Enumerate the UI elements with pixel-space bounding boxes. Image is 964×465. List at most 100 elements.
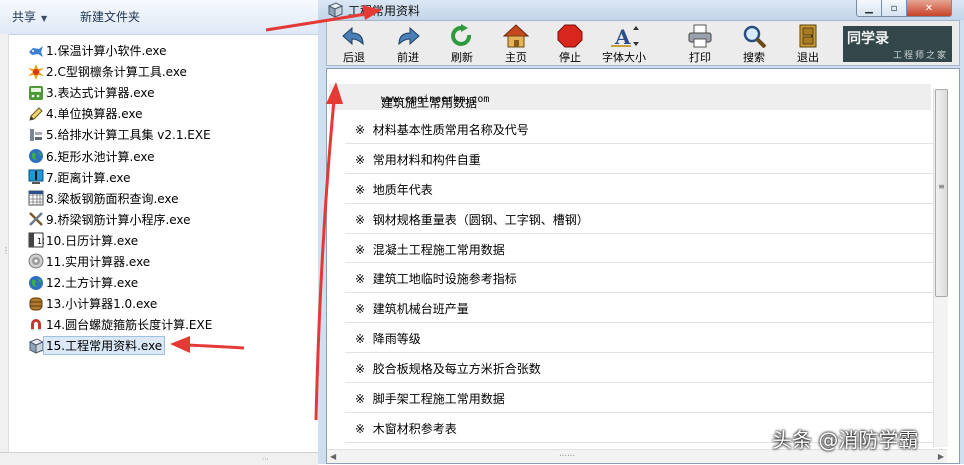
file-item-10[interactable]: 10 10.日历计算.exe	[28, 230, 318, 251]
exit-button[interactable]: 退出	[783, 23, 833, 65]
printer-icon	[688, 24, 712, 48]
topic-link[interactable]: ※ 脚手架工程施工常用数据	[345, 383, 935, 413]
file-explorer-pane: 共享 ▼ 新建文件夹 ⋮ 1.保温计算小软件.exe 2.C型钢檩条计算工具.ex…	[0, 0, 318, 465]
stop-button[interactable]: 停止	[545, 23, 595, 65]
calendar-icon: 10	[28, 232, 44, 248]
share-button[interactable]: 共享 ▼	[12, 8, 47, 25]
topic-title: 降雨等级	[372, 332, 421, 347]
topic-link[interactable]: ※ 材料基本性质常用名称及代号	[345, 114, 935, 144]
bullet-mark: ※	[355, 152, 366, 167]
search-icon	[743, 25, 767, 48]
brand-subtitle: 工程师之家	[892, 51, 948, 61]
file-name: 8.梁板钢筋面积查询.exe	[46, 191, 179, 206]
topic-title: 胶合板规格及每立方米折合张数	[372, 362, 541, 377]
forward-button[interactable]: 前进	[383, 23, 433, 65]
topic-link[interactable]: ※ 建筑工地临时设施参考指标	[345, 263, 935, 294]
new-folder-button[interactable]: 新建文件夹	[80, 8, 140, 25]
topic-link-text: ※ 建筑工地临时设施参考指标	[355, 270, 517, 287]
topic-title: 钢材规格重量表（圆钢、工字钢、槽钢）	[372, 212, 589, 227]
topic-link-text: ※ 建筑机械台班产量	[355, 300, 469, 317]
maximize-button[interactable]: ▫	[882, 0, 907, 17]
file-item-2[interactable]: 2.C型钢檩条计算工具.exe	[28, 61, 318, 82]
stop-label: 停止	[559, 51, 581, 64]
pipe-tools-icon	[28, 127, 44, 143]
home-button[interactable]: 主页	[491, 23, 541, 65]
close-button[interactable]: ✕	[907, 0, 952, 17]
font-size-button[interactable]: A 字体大小	[599, 23, 649, 65]
file-item-3[interactable]: 3.表达式计算器.exe	[28, 82, 318, 103]
topic-link-text: ※ 胶合板规格及每立方米折合张数	[355, 360, 541, 377]
file-item-7[interactable]: 7.距离计算.exe	[28, 167, 318, 188]
file-item-15[interactable]: 15.工程常用资料.exe	[28, 335, 318, 356]
file-item-12[interactable]: 12.土方计算.exe	[28, 272, 318, 293]
print-button[interactable]: 打印	[675, 23, 725, 65]
refresh-button[interactable]: 刷新	[437, 23, 487, 65]
app-window: 工程常用资料 ▁ ▫ ✕ 后退 前进 刷新 主页 停止 A 字体大小 打印 搜索…	[318, 0, 964, 464]
font-size-label: 字体大小	[602, 51, 646, 64]
topic-title: 常用材料和构件自重	[372, 152, 481, 167]
home-icon	[503, 24, 529, 48]
scroll-right-icon[interactable]: ▶	[938, 452, 944, 461]
grip-icon: ⋮	[2, 246, 10, 255]
topic-title: 脚手架工程施工常用数据	[372, 392, 505, 407]
monitor-app-icon	[28, 169, 44, 185]
file-item-1[interactable]: 1.保温计算小软件.exe	[28, 40, 318, 61]
back-label: 后退	[343, 51, 365, 64]
file-item-5[interactable]: 5.给排水计算工具集 v2.1.EXE	[28, 124, 318, 145]
file-name: 12.土方计算.exe	[46, 276, 139, 291]
bullet-mark: ※	[355, 182, 366, 197]
scrollbar-thumb[interactable]: ≡	[935, 89, 948, 297]
pencil-app-icon	[28, 106, 44, 122]
watermark: 头条 @消防学霸	[772, 428, 919, 452]
forward-label: 前进	[397, 51, 419, 64]
topic-link-text: ※ 地质年代表	[355, 181, 433, 198]
close-icon: ✕	[924, 2, 934, 14]
share-label: 共享	[12, 10, 37, 24]
forward-arrow-icon	[398, 26, 420, 46]
file-item-9[interactable]: 9.桥梁钢筋计算小程序.exe	[28, 209, 318, 230]
refresh-icon	[451, 24, 472, 46]
refresh-label: 刷新	[451, 51, 473, 64]
topic-link[interactable]: ※ 混凝土工程施工常用数据	[345, 234, 935, 264]
file-item-11[interactable]: 11.实用计算器.exe	[28, 251, 318, 272]
brand-banner[interactable]: 同学录 工程师之家	[843, 26, 952, 62]
content-header: 建筑施工常用数据 www.engineerhm.com	[329, 84, 931, 110]
bullet-mark: ※	[355, 332, 366, 347]
vertical-scrollbar[interactable]: ≡	[933, 89, 948, 447]
scroll-left-icon[interactable]: ◀	[330, 452, 336, 461]
bullet-mark: ※	[355, 362, 366, 377]
globe-app-icon	[28, 275, 44, 291]
fish-app-icon	[28, 43, 44, 59]
browser-toolbar: 后退 前进 刷新 主页 停止 A 字体大小 打印 搜索 退出 同学录 工程师之家	[326, 20, 960, 66]
back-button[interactable]: 后退	[329, 23, 379, 65]
title-bar[interactable]: 工程常用资料 ▁ ▫ ✕	[318, 0, 964, 20]
file-item-4[interactable]: 4.单位换算器.exe	[28, 103, 318, 124]
grid-app-icon	[28, 190, 44, 206]
explorer-horizontal-scrollbar[interactable]: ⋯	[0, 452, 318, 465]
file-item-13[interactable]: 13.小计算器1.0.exe	[28, 293, 318, 314]
topic-title: 建筑机械台班产量	[372, 302, 469, 317]
topic-link[interactable]: ※ 钢材规格重量表（圆钢、工字钢、槽钢）	[345, 204, 935, 234]
file-name: 1.保温计算小软件.exe	[46, 44, 167, 59]
brand-title: 同学录	[847, 31, 889, 47]
topic-link[interactable]: ※ 建筑机械台班产量	[345, 293, 935, 324]
file-item-6[interactable]: 6.矩形水池计算.exe	[28, 145, 318, 166]
file-item-8[interactable]: 8.梁板钢筋面积查询.exe	[28, 188, 318, 209]
grip-icon: ⋯⋯	[559, 451, 575, 460]
topic-title: 木窗材积参考表	[372, 421, 457, 436]
file-name: 11.实用计算器.exe	[46, 254, 151, 269]
topic-link-text: ※ 混凝土工程施工常用数据	[355, 241, 505, 258]
file-item-14[interactable]: 14.圆台螺旋箍筋长度计算.EXE	[28, 314, 318, 335]
minimize-button[interactable]: ▁	[856, 0, 882, 17]
topic-link[interactable]: ※ 常用材料和构件自重	[345, 144, 935, 174]
navigation-pane-edge[interactable]: ⋮	[0, 34, 10, 464]
barrel-app-icon	[28, 296, 44, 312]
file-name: 2.C型钢檩条计算工具.exe	[46, 65, 187, 80]
search-button[interactable]: 搜索	[729, 23, 779, 65]
topic-link[interactable]: ※ 降雨等级	[345, 323, 935, 354]
topic-link[interactable]: ※ 胶合板规格及每立方米折合张数	[345, 353, 935, 384]
calculator-green-icon	[28, 85, 44, 101]
explorer-toolbar: 共享 ▼ 新建文件夹	[0, 0, 318, 35]
topic-link[interactable]: ※ 地质年代表	[345, 174, 935, 204]
minimize-icon: ▁	[865, 2, 873, 14]
